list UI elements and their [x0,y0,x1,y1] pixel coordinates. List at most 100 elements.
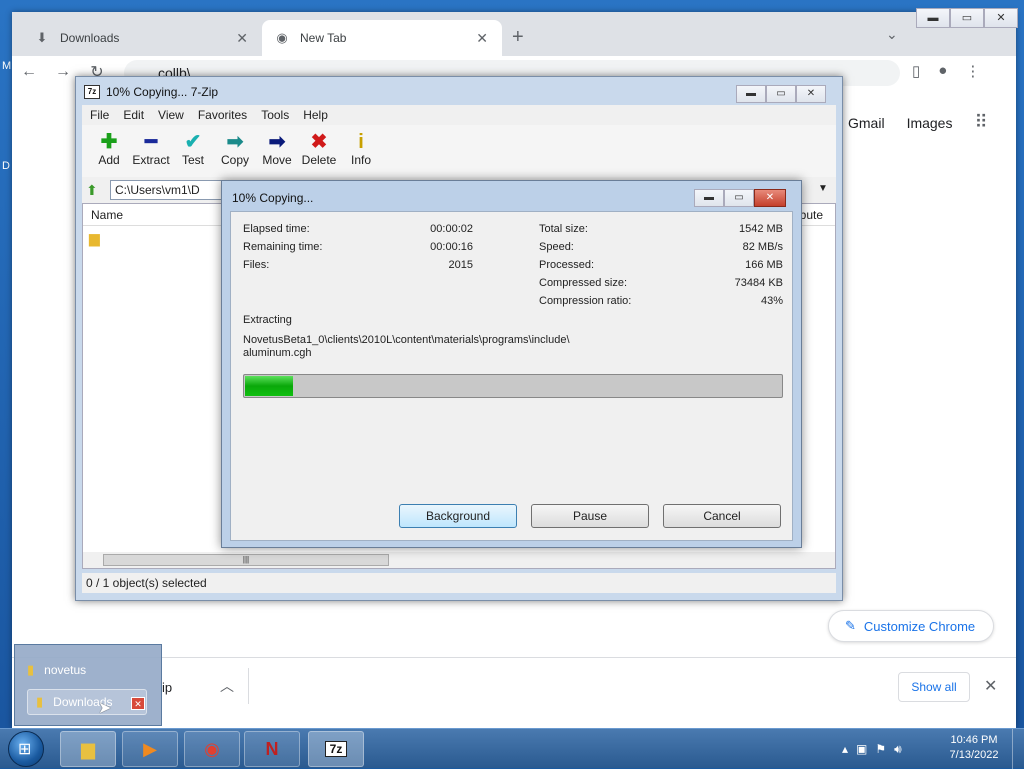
download-bar: ip ︿ Show all ✕ [12,657,1016,715]
gmail-link[interactable]: Gmail [848,115,885,131]
tab-label: New Tab [300,31,347,45]
window-item-downloads[interactable]: ▮ Downloads [27,689,147,715]
copying-dialog: 10% Copying... ▬ ▭ ✕ Elapsed time: 00:00:02… [221,180,802,548]
show-desktop-button[interactable] [1012,729,1024,769]
apps-grid-icon[interactable]: ⠿ [974,112,987,133]
tab-search-chevron-icon[interactable]: ⌄ [886,26,898,43]
add-button[interactable]: ✚ Add [88,125,130,177]
horizontal-scrollbar[interactable]: ||| [83,552,835,568]
copy-button[interactable]: ➡ Copy [214,125,256,177]
side-panel-icon[interactable]: ▯ [912,62,920,80]
chevron-up-icon[interactable]: ︿ [220,676,234,696]
maximize-icon[interactable]: ▭ [950,8,984,28]
stat-remaining: Remaining time: 00:00:16 [243,238,473,256]
stat-label: Total size: [539,223,588,235]
extract-icon: ━ [144,131,158,153]
stat-label: Elapsed time: [243,223,310,235]
stat-value: 82 MB/s [742,241,783,253]
menu-help[interactable]: Help [303,108,328,122]
info-label: Info [350,153,371,167]
folder-up-icon[interactable]: ⬆ [86,182,106,199]
current-file: NovetusBeta1_0\clients\2010L\content\mat… [243,334,570,360]
customize-chrome-button[interactable]: ✎ Customize Chrome [828,610,994,642]
clock-date: 7/13/2022 [949,749,999,761]
tab-new-tab[interactable]: ◉ New Tab ✕ [262,20,502,56]
close-window-icon[interactable]: ✕ [131,697,145,710]
extract-label: Extract [132,153,170,167]
images-link[interactable]: Images [907,115,953,131]
new-tab-icon[interactable]: + [512,26,524,49]
system-tray: ▴ ▣ ⚑ 🔊︎ [842,729,902,769]
menu-bar: File Edit View Favorites Tools Help [82,105,836,125]
move-button[interactable]: ➡ Move [256,125,298,177]
minimize-icon[interactable]: ▬ [916,8,950,28]
maximize-icon[interactable]: ▭ [766,85,796,103]
add-label: Add [98,153,120,167]
test-button[interactable]: ✔ Test [172,125,214,177]
dropdown-arrow-icon[interactable]: ▼ [818,183,828,194]
close-icon[interactable]: ✕ [754,189,786,207]
close-icon[interactable]: ✕ [984,8,1018,28]
pencil-icon: ✎ [845,618,856,633]
taskbar-media-player[interactable]: ▶ [122,731,178,767]
stat-processed: Processed: 166 MB [539,256,783,274]
info-icon: i [358,131,364,153]
cancel-button[interactable]: Cancel [663,504,781,528]
scrollbar-thumb[interactable]: ||| [103,554,389,566]
taskbar-7zip[interactable]: 7z [308,731,364,767]
move-label: Move [262,153,292,167]
delete-icon: ✖ [310,131,328,153]
dialog-controls: ▬ ▭ ✕ [694,189,786,207]
add-icon: ✚ [100,131,118,153]
window-item-novetus[interactable]: ▮ novetus [27,657,86,683]
close-tab-icon[interactable]: ✕ [234,30,250,47]
menu-view[interactable]: View [158,108,184,122]
dialog-title: 10% Copying... [232,191,314,205]
divider [248,668,249,704]
minimize-icon[interactable]: ▬ [736,85,766,103]
google-links: Gmail Images ⠿ [848,112,988,133]
action-center-icon[interactable]: ⚑ [875,742,886,756]
media-player-icon: ▶ [143,738,157,759]
stat-compressed-size: Compressed size: 73484 KB [539,274,783,292]
extract-button[interactable]: ━ Extract [130,125,172,177]
customize-label: Customize Chrome [863,618,976,634]
menu-edit[interactable]: Edit [123,108,144,122]
pause-button[interactable]: Pause [531,504,649,528]
stat-value: 166 MB [745,259,783,271]
taskbar-chrome[interactable]: ◉ [184,731,240,767]
close-tab-icon[interactable]: ✕ [474,30,490,47]
folder-icon: ▆ [81,738,95,759]
info-button[interactable]: i Info [340,125,382,177]
show-hidden-icons-icon[interactable]: ▴ [842,742,848,756]
network-icon[interactable]: ▣ [856,742,867,756]
background-button[interactable]: Background [399,504,517,528]
delete-button[interactable]: ✖ Delete [298,125,340,177]
back-icon[interactable]: ← [12,63,46,81]
clock[interactable]: 10:46 PM 7/13/2022 [940,733,1008,763]
download-filename[interactable]: ip [162,680,172,695]
taskbar-explorer[interactable]: ▆ [60,731,116,767]
stat-value: 1542 MB [738,223,783,235]
minimize-icon[interactable]: ▬ [694,189,724,207]
desktop-icon-label: M [2,60,12,72]
stat-speed: Speed: 82 MB/s [539,238,783,256]
stat-value: 00:00:16 [430,241,473,253]
volume-icon[interactable]: 🔊︎ [894,742,902,757]
profile-icon[interactable]: ● [938,62,947,80]
menu-file[interactable]: File [90,108,109,122]
folder-icon[interactable]: ▆ [89,230,100,247]
maximize-icon[interactable]: ▭ [724,189,754,207]
menu-favorites[interactable]: Favorites [198,108,247,122]
show-all-button[interactable]: Show all [898,672,970,702]
close-download-bar-icon[interactable]: ✕ [984,676,997,696]
window-controls: ▬ ▭ ✕ [736,85,826,103]
taskbar-novetus[interactable]: N [244,731,300,767]
menu-icon[interactable]: ⋮ [965,62,980,80]
close-icon[interactable]: ✕ [796,85,826,103]
test-label: Test [181,153,204,167]
menu-tools[interactable]: Tools [261,108,289,122]
tab-downloads[interactable]: ⬇ Downloads ✕ [22,20,262,56]
title-text: 10% Copying... 7-Zip [106,85,219,99]
stat-label: Remaining time: [243,241,323,253]
